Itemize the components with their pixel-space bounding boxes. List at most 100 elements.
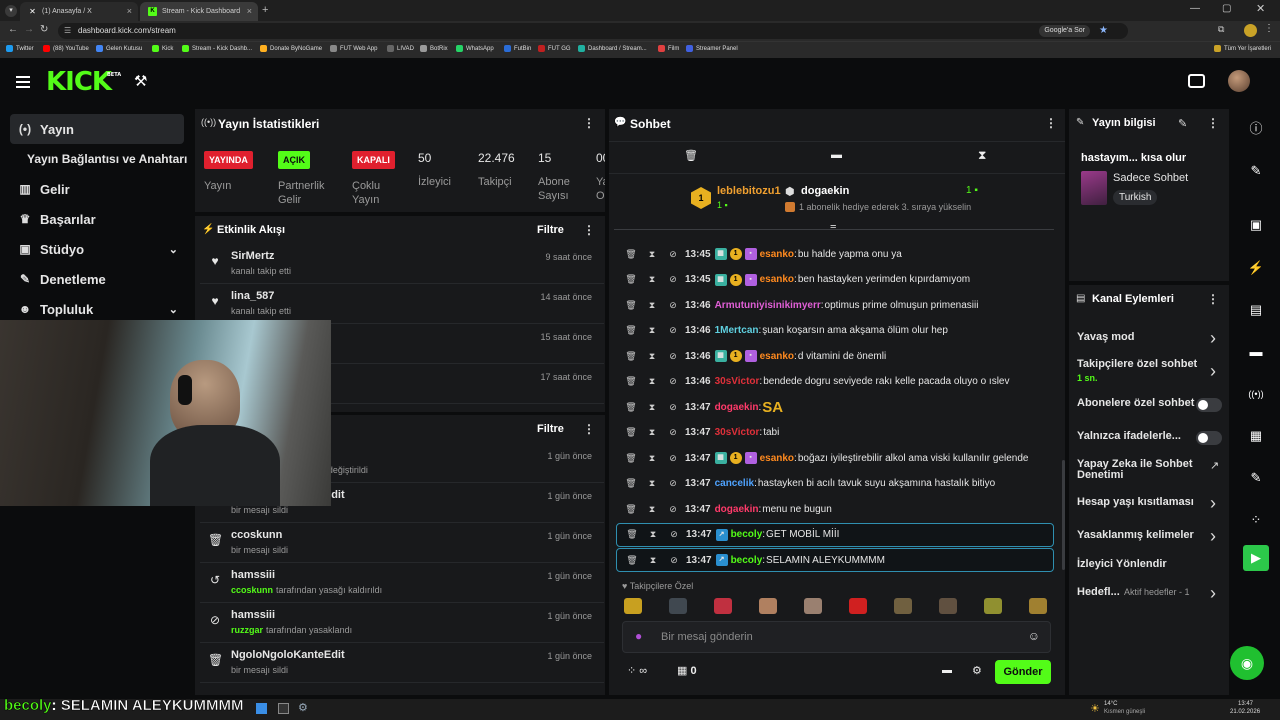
- kick-logo[interactable]: KICK BETA: [46, 67, 121, 97]
- leader-name[interactable]: dogaekin: [801, 185, 849, 197]
- channel-action-item[interactable]: İzleyici Yönlendir: [1077, 558, 1167, 570]
- delete-message-icon[interactable]: 🗑: [625, 427, 637, 438]
- message-user[interactable]: esanko: [760, 351, 794, 362]
- stream-info-menu-icon[interactable]: ⋮: [1207, 116, 1219, 130]
- chevron-right-icon[interactable]: ›: [1210, 583, 1216, 604]
- bolt-icon[interactable]: ⚡: [1240, 252, 1272, 284]
- sidebar-item-studyo[interactable]: ▣ Stüdyo ⌄: [10, 234, 184, 264]
- delete-message-icon[interactable]: 🗑: [625, 300, 637, 311]
- bookmark-item[interactable]: (88) YouTube: [43, 45, 89, 52]
- gear-icon[interactable]: ⚙: [298, 701, 308, 714]
- ban-icon[interactable]: ⊘: [667, 453, 679, 464]
- toggle-switch[interactable]: [1196, 398, 1222, 412]
- timeout-icon[interactable]: ⧗: [646, 453, 658, 464]
- chevron-right-icon[interactable]: ›: [1210, 328, 1216, 349]
- settings-icon[interactable]: ⚙: [972, 664, 982, 677]
- timeout-icon[interactable]: ⧗: [646, 274, 658, 285]
- chat-message[interactable]: 🗑 ⧗ ⊘ 13:46 ▦ 1 ▪ esanko: d vitamini de önemli: [616, 344, 1054, 368]
- bookmark-item[interactable]: FUT Web App: [330, 45, 377, 52]
- delete-message-icon[interactable]: 🗑: [626, 529, 638, 540]
- broadcast-icon[interactable]: ((•)): [1240, 378, 1272, 410]
- stats-menu-icon[interactable]: ⋮: [583, 116, 595, 130]
- channel-action-item[interactable]: Yapay Zeka ile Sohbet Denetimi: [1077, 459, 1195, 481]
- timeout-icon[interactable]: ⧗: [647, 529, 659, 540]
- sidebar-item-denetleme[interactable]: ✎ Denetleme: [10, 264, 184, 294]
- emote-5-icon[interactable]: [849, 598, 867, 614]
- emote-7-icon[interactable]: [939, 598, 957, 614]
- ban-icon[interactable]: ⊘: [668, 555, 680, 566]
- chevron-down-icon[interactable]: ⌄: [169, 243, 178, 256]
- dots-icon[interactable]: ⁘: [1240, 504, 1272, 536]
- start-icon[interactable]: [256, 703, 267, 714]
- bookmark-item[interactable]: FutBin: [504, 45, 531, 52]
- message-user[interactable]: 30sVictor: [715, 376, 760, 387]
- chevron-right-icon[interactable]: ›: [1210, 361, 1216, 382]
- delete-message-icon[interactable]: 🗑: [625, 376, 637, 387]
- ban-icon[interactable]: ⊘: [667, 376, 679, 387]
- maximize-button[interactable]: ▢: [1222, 3, 1231, 14]
- chat-message[interactable]: 🗑 ⧗ ⊘ 13:47 ▦ 1 ▪ esanko: boğazı iyileştirebili…: [616, 446, 1054, 470]
- message-user[interactable]: dogaekin: [715, 504, 759, 515]
- info-icon[interactable]: ⓘ: [1240, 113, 1272, 145]
- channel-action-item[interactable]: Yavaş mod: [1077, 331, 1134, 343]
- ban-icon[interactable]: ⊘: [667, 504, 679, 515]
- activity-filter-button[interactable]: Filtre: [537, 224, 564, 236]
- chat-icon[interactable]: ▬: [831, 149, 842, 161]
- layout-icon[interactable]: ▦: [1240, 420, 1272, 452]
- category-name[interactable]: Sadece Sohbet: [1113, 172, 1188, 184]
- bookmark-item[interactable]: BotRix: [420, 45, 448, 52]
- channel-actions-menu-icon[interactable]: ⋮: [1207, 292, 1219, 306]
- support-button[interactable]: ◉: [1230, 646, 1264, 680]
- ban-icon[interactable]: ⊘: [667, 427, 679, 438]
- modlog-item[interactable]: 🗑 ccoskunn bir mesajı sildi 1 gün önce: [200, 523, 604, 563]
- ban-icon[interactable]: ⊘: [668, 529, 680, 540]
- timeout-icon[interactable]: ⧗: [646, 504, 658, 515]
- bookmark-item[interactable]: WhatsApp: [456, 45, 494, 52]
- message-user[interactable]: cancelik: [715, 478, 754, 489]
- message-user[interactable]: esanko: [760, 453, 794, 464]
- hourglass-icon[interactable]: ⧗: [978, 148, 986, 163]
- bookmark-item[interactable]: Stream - Kick Dashb...: [182, 45, 252, 52]
- chat-message[interactable]: 🗑 ⧗ ⊘ 13:47 cancelik: hastayken bi acılı tav…: [616, 472, 1054, 496]
- close-window-button[interactable]: ✕: [1256, 2, 1265, 15]
- delete-message-icon[interactable]: 🗑: [625, 504, 637, 515]
- modlog-item[interactable]: 🗑 NgoloNgoloKanteEdit bir mesajı sildi 1 gü…: [200, 643, 604, 683]
- bookmark-item[interactable]: Twitter: [6, 45, 34, 52]
- emote-2-icon[interactable]: [714, 598, 732, 614]
- bookmark-item[interactable]: Film: [658, 45, 679, 52]
- emote-8-icon[interactable]: [984, 598, 1002, 614]
- message-user[interactable]: becoly: [731, 555, 763, 566]
- bookmark-all[interactable]: Tüm Yer İşaretleri: [1214, 45, 1271, 52]
- chat-icon[interactable]: ▬: [1240, 336, 1272, 368]
- emote-6-icon[interactable]: [894, 598, 912, 614]
- tab-kick-dashboard[interactable]: K Stream - Kick Dashboard ×: [140, 2, 258, 21]
- sidebar-item-gelir[interactable]: ▥ Gelir: [10, 174, 184, 204]
- chat-message[interactable]: 🗑 ⧗ ⊘ 13:46 1Mertcan: şuan koşarsın ama akşa…: [616, 319, 1054, 343]
- message-user[interactable]: esanko: [760, 249, 794, 260]
- star-icon[interactable]: ★: [1099, 23, 1108, 39]
- sidebar-item-basarilar[interactable]: ♛ Başarılar: [10, 204, 184, 234]
- chat-message[interactable]: 🗑 ⧗ ⊘ 13:47 ↗ becoly: GET MOBİL MİİI: [616, 522, 1054, 547]
- minimize-button[interactable]: —: [1190, 3, 1200, 14]
- activity-menu-icon[interactable]: ⋮: [583, 223, 595, 237]
- message-user[interactable]: Armutuniyisinikimyerr: [715, 300, 821, 311]
- delete-message-icon[interactable]: 🗑: [625, 325, 637, 336]
- tab-search-button[interactable]: ▾: [5, 5, 17, 17]
- menu-icon[interactable]: ⋮: [1264, 23, 1274, 34]
- delete-message-icon[interactable]: 🗑: [625, 249, 637, 260]
- channel-action-item[interactable]: Takipçilere özel sohbet: [1077, 358, 1197, 370]
- modlog-item[interactable]: ↺ hamssiii ccoskunn tarafından yasağı kaldı…: [200, 563, 604, 603]
- timeout-icon[interactable]: ⧗: [646, 325, 658, 336]
- message-user[interactable]: esanko: [760, 274, 794, 285]
- search-chip[interactable]: Google'a Sor: [1039, 25, 1090, 37]
- chat-message[interactable]: 🗑 ⧗ ⊘ 13:47 30sVictor: tabi: [616, 421, 1054, 445]
- note-icon[interactable]: ▤: [1240, 294, 1272, 326]
- sidebar-item-stream-key[interactable]: Yayın Bağlantısı ve Anahtarı: [27, 144, 201, 174]
- sidebar-item-yayin[interactable]: (•) Yayın: [10, 114, 184, 144]
- message-user[interactable]: 30sVictor: [715, 427, 760, 438]
- trash-icon[interactable]: 🗑: [684, 149, 698, 162]
- ban-icon[interactable]: ⊘: [667, 249, 679, 260]
- timeout-icon[interactable]: ⧗: [646, 376, 658, 387]
- bookmark-item[interactable]: Dashboard / Stream...: [578, 45, 647, 52]
- bookmark-item[interactable]: Kick: [152, 45, 173, 52]
